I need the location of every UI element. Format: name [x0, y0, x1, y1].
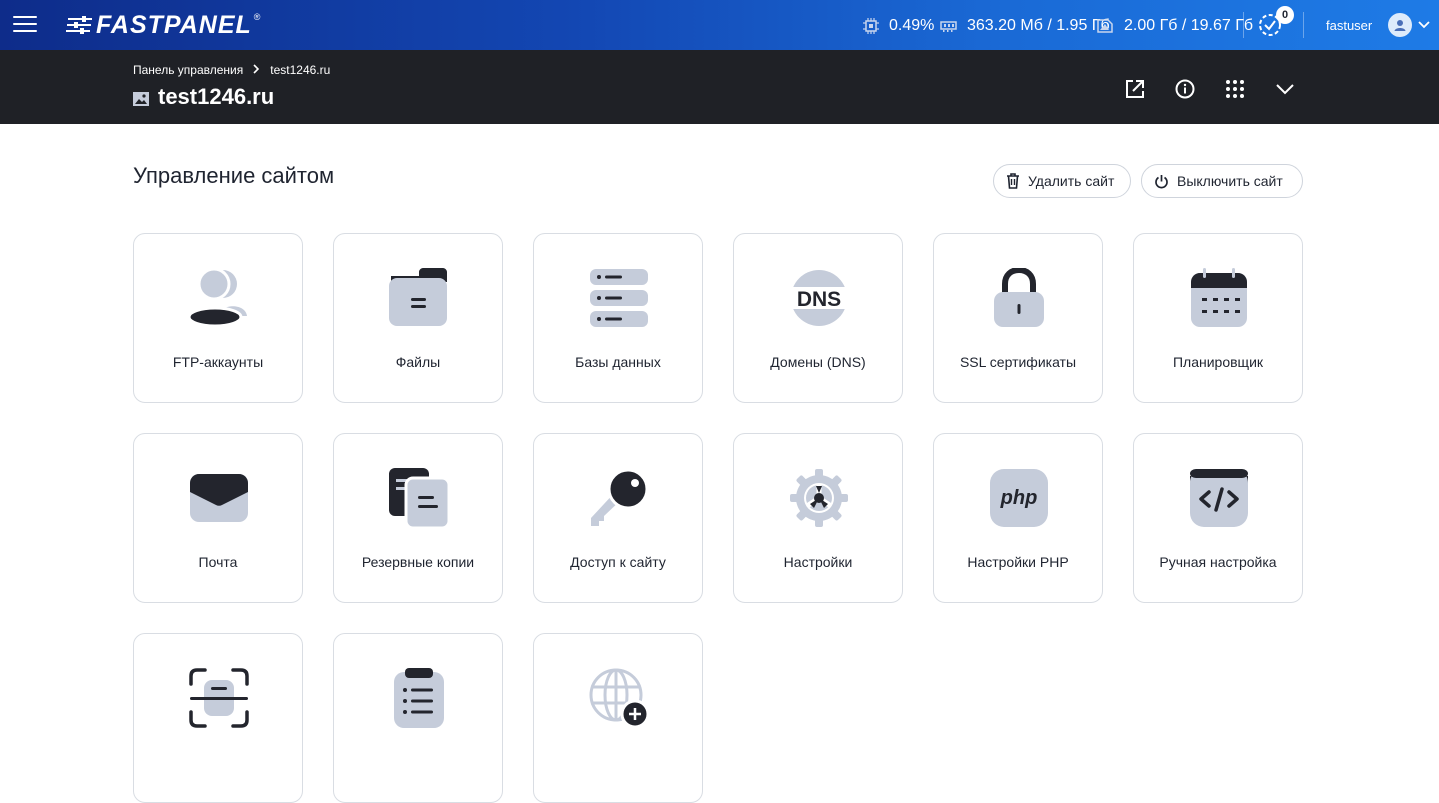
mail-icon: [190, 474, 248, 522]
tile-mail[interactable]: Почта: [133, 433, 303, 603]
divider: [1303, 12, 1304, 38]
tile-databases[interactable]: Базы данных: [533, 233, 703, 403]
delete-site-button[interactable]: Удалить сайт: [993, 164, 1131, 198]
delete-site-label: Удалить сайт: [1028, 173, 1115, 189]
breadcrumb-current-site: test1246.ru: [270, 63, 331, 77]
tile-scan[interactable]: [133, 633, 303, 803]
disable-site-button[interactable]: Выключить сайт: [1141, 164, 1303, 198]
ram-icon: [940, 21, 957, 32]
chevron-down-icon[interactable]: [1273, 77, 1297, 101]
svg-text:php: php: [1000, 487, 1038, 509]
breadcrumb-control-panel[interactable]: Панель управления: [133, 63, 243, 77]
chevron-right-icon: [253, 63, 260, 77]
php-icon: php: [990, 469, 1048, 527]
key-icon: [591, 468, 649, 526]
tile-label: Ручная настройка: [1159, 554, 1277, 570]
globe-add-icon: [589, 668, 649, 728]
tile-add-domain[interactable]: [533, 633, 703, 803]
disk-stat: 2.00 Гб / 19.67 Гб: [1096, 17, 1253, 35]
clipboard-list-icon: [394, 668, 444, 728]
username: fastuser: [1326, 17, 1373, 33]
tile-scheduler[interactable]: Планировщик: [1133, 233, 1303, 403]
external-link-icon[interactable]: [1123, 77, 1147, 101]
ram-value: 363.20 Мб / 1.95 Гб: [967, 17, 1110, 34]
page-title: test1246.ru: [133, 84, 274, 110]
site-title: test1246.ru: [158, 84, 275, 109]
tile-label: Настройки: [783, 554, 853, 570]
header-actions: [1097, 77, 1297, 101]
logo-registered-mark: ®: [253, 12, 261, 22]
tile-logs[interactable]: [333, 633, 503, 803]
tile-label: Резервные копии: [361, 554, 475, 570]
scan-icon: [189, 668, 249, 728]
gear-icon: [790, 469, 848, 527]
tile-manual-config[interactable]: Ручная настройка: [1133, 433, 1303, 603]
tile-ssl-certificates[interactable]: SSL сертификаты: [933, 233, 1103, 403]
breadcrumb: Панель управления test1246.ru: [133, 63, 330, 77]
tile-label: Файлы: [395, 354, 441, 370]
power-icon: [1155, 174, 1168, 188]
tile-site-access[interactable]: Доступ к сайту: [533, 433, 703, 603]
database-icon: [590, 269, 648, 327]
tile-label: Домены (DNS): [770, 354, 866, 370]
tile-label: Доступ к сайту: [570, 554, 666, 570]
ftp-users-icon: [189, 268, 247, 328]
tasks-badge: 0: [1276, 6, 1294, 24]
user-menu[interactable]: fastuser: [1326, 0, 1430, 50]
tile-php-settings[interactable]: php Настройки PHP: [933, 433, 1103, 603]
apps-grid-icon[interactable]: [1223, 77, 1247, 101]
svg-text:DNS: DNS: [797, 288, 841, 311]
logo-text: FASTPANEL: [96, 10, 252, 39]
calendar-icon: [1191, 268, 1247, 327]
divider: [1243, 12, 1244, 38]
trash-icon: [1007, 173, 1019, 189]
tile-label: FTP-аккаунты: [172, 354, 264, 370]
tile-domains-dns[interactable]: DNS Домены (DNS): [733, 233, 903, 403]
tile-label: SSL сертификаты: [959, 354, 1077, 370]
tile-settings[interactable]: Настройки: [733, 433, 903, 603]
tile-label: Базы данных: [575, 354, 661, 370]
folder-icon: [389, 268, 447, 326]
menu-icon[interactable]: [13, 13, 37, 37]
tile-ftp-accounts[interactable]: FTP-аккаунты: [133, 233, 303, 403]
disable-site-label: Выключить сайт: [1177, 173, 1283, 189]
logo[interactable]: FASTPANEL ®: [66, 10, 260, 40]
cpu-value: 0.49%: [889, 17, 935, 34]
ram-stat: 363.20 Мб / 1.95 Гб: [940, 17, 1110, 35]
code-icon: [1190, 469, 1248, 527]
cpu-icon: [863, 18, 879, 34]
disk-value: 2.00 Гб / 19.67 Гб: [1124, 17, 1254, 34]
logo-icon: [66, 16, 92, 34]
tile-files[interactable]: Файлы: [333, 233, 503, 403]
tile-label: Планировщик: [1172, 354, 1264, 370]
section-heading: Управление сайтом: [133, 163, 335, 188]
user-icon: [1388, 13, 1413, 37]
chevron-down-icon: [1418, 21, 1430, 29]
backup-icon: [389, 468, 449, 528]
cpu-stat: 0.49%: [863, 17, 934, 35]
tile-label: Настройки PHP: [967, 554, 1069, 570]
site-header: Панель управления test1246.ru test1246.r…: [0, 50, 1439, 124]
info-icon[interactable]: [1173, 77, 1197, 101]
disk-icon: [1097, 19, 1113, 33]
tile-label: Почта: [198, 554, 238, 570]
site-image-icon: [133, 92, 149, 106]
lock-icon: [994, 268, 1044, 327]
tile-backups[interactable]: Резервные копии: [333, 433, 503, 603]
top-bar: FASTPANEL ® 0.49% 363.20 Мб / 1.95 Гб 2.…: [0, 0, 1439, 50]
dns-icon: DNS: [789, 270, 849, 326]
